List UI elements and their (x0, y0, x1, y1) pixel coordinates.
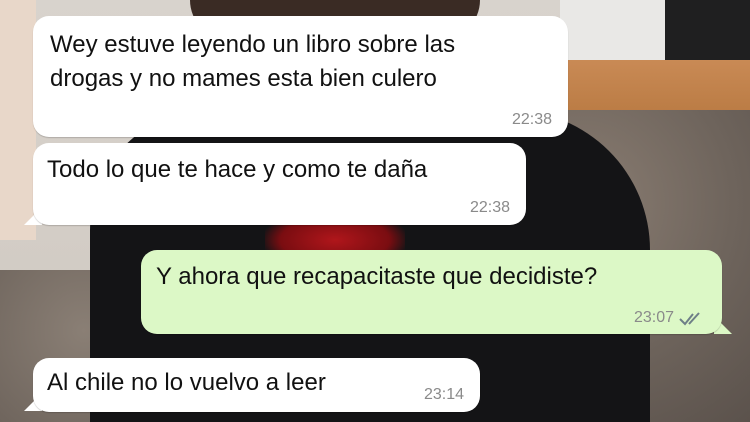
message-text-line: Y ahora que recapacitaste que decidiste? (156, 263, 598, 290)
message-text-line: Todo lo que te hace y como te daña (47, 156, 428, 183)
message-bubble-incoming[interactable]: Wey estuve leyendo un libro sobre las dr… (33, 16, 568, 137)
read-double-check-icon (679, 312, 700, 326)
background-door (665, 0, 750, 60)
message-bubble-incoming[interactable]: Todo lo que te hace y como te daña 22:38 (33, 143, 526, 225)
message-text-line: Wey estuve leyendo un libro sobre las (50, 31, 456, 58)
message-timestamp: 22:38 (469, 199, 510, 216)
message-timestamp: 23:14 (423, 386, 464, 403)
message-bubble-outgoing[interactable]: Y ahora que recapacitaste que decidiste?… (141, 250, 722, 334)
message-bubble-incoming[interactable]: Al chile no lo vuelvo a leer 23:14 (33, 358, 480, 412)
message-text-line: drogas y no mames esta bien culero (50, 65, 437, 92)
message-timestamp: 22:38 (511, 111, 552, 128)
message-text-line: Al chile no lo vuelvo a leer (47, 369, 326, 396)
message-timestamp: 23:07 (633, 309, 674, 326)
background-arm (0, 0, 36, 240)
